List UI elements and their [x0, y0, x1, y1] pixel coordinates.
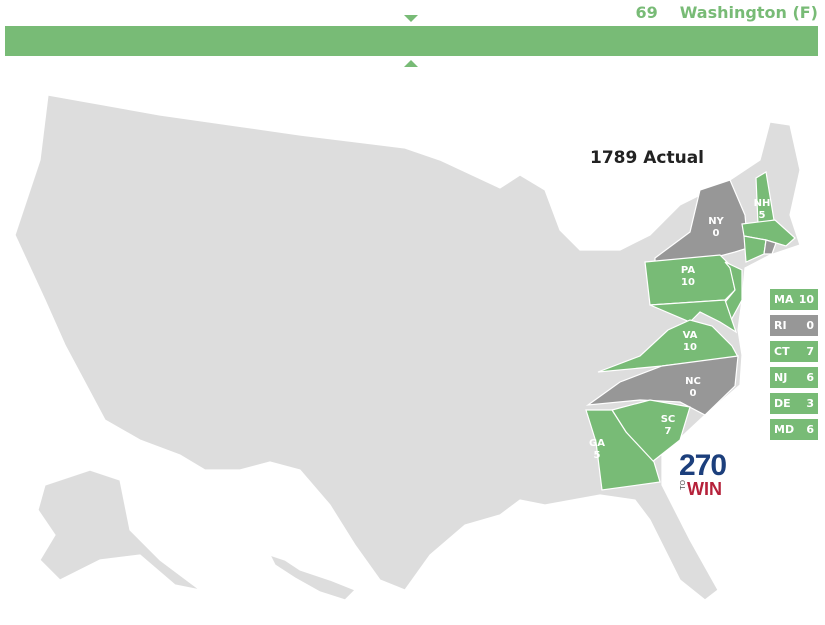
votes: 7 — [806, 345, 814, 358]
votes: 10 — [798, 293, 814, 306]
us-map: NY 0 NH 5 PA 10 VA 10 NC 0 SC 7 GA 5 — [14, 94, 801, 601]
votes-sc: 7 — [665, 426, 672, 437]
votes-nh: 5 — [759, 210, 766, 221]
votes-ga: 5 — [594, 450, 601, 461]
votes-ny: 0 — [713, 228, 720, 239]
label-va: VA — [683, 330, 698, 341]
label-sc: SC — [661, 414, 676, 425]
small-state-ma[interactable]: MA 10 — [770, 289, 818, 310]
votes: 6 — [806, 371, 814, 384]
label-nc: NC — [685, 376, 701, 387]
logo-win: WIN — [687, 479, 722, 499]
abbr: RI — [774, 319, 787, 332]
small-state-de[interactable]: DE 3 — [770, 393, 818, 414]
votes: 6 — [806, 423, 814, 436]
logo-number: 270 — [679, 449, 727, 482]
abbr: MD — [774, 423, 795, 436]
small-state-md[interactable]: MD 6 — [770, 419, 818, 440]
votes: 3 — [806, 397, 814, 410]
label-ga: GA — [589, 438, 605, 449]
label-ny: NY — [708, 216, 724, 227]
votes-va: 10 — [683, 342, 697, 353]
label-nh: NH — [754, 198, 771, 209]
votes-nc: 0 — [690, 388, 697, 399]
votes: 0 — [806, 319, 814, 332]
label-pa: PA — [681, 265, 695, 276]
abbr: DE — [774, 397, 791, 410]
abbr: NJ — [774, 371, 788, 384]
small-state-ri[interactable]: RI 0 — [770, 315, 818, 336]
hawaii — [268, 553, 357, 601]
alaska — [37, 469, 201, 591]
small-state-nj[interactable]: NJ 6 — [770, 367, 818, 388]
abbr: CT — [774, 345, 790, 358]
logo-to: TO — [679, 480, 687, 490]
270towin-logo: 270 TOWIN — [679, 449, 727, 499]
small-state-ct[interactable]: CT 7 — [770, 341, 818, 362]
votes-pa: 10 — [681, 277, 695, 288]
abbr: MA — [774, 293, 794, 306]
map-title: 1789 Actual — [590, 148, 704, 168]
